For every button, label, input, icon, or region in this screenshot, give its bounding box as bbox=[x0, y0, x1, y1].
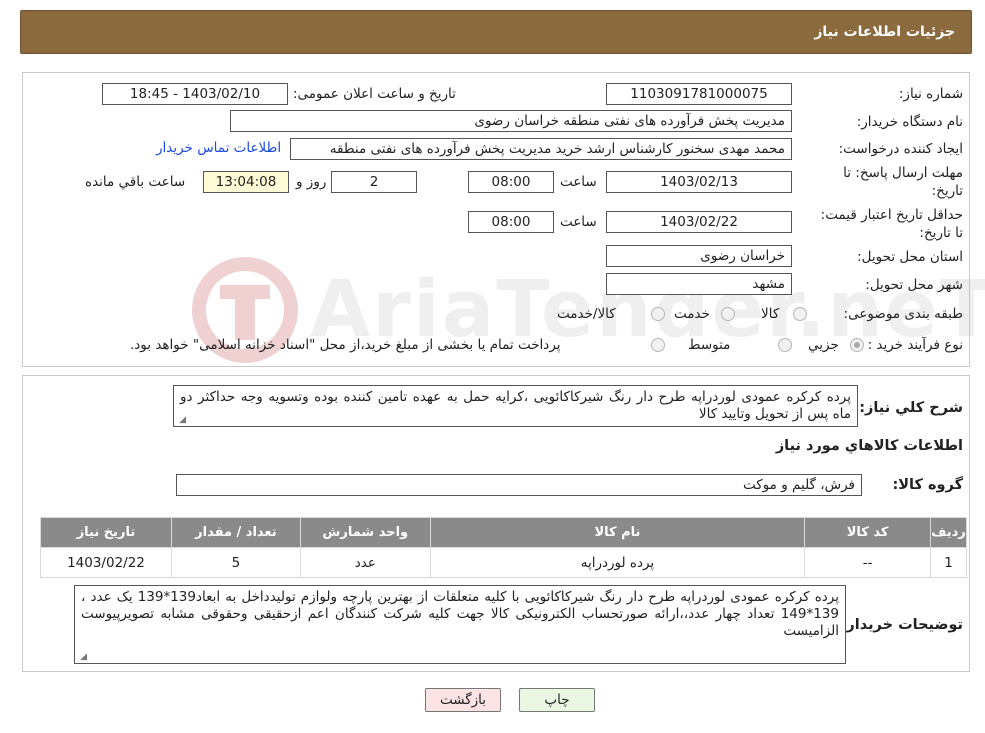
validity-date-field: 1403/02/22 bbox=[606, 211, 792, 233]
buyer-contact-link[interactable]: اطلاعات تماس خریدار bbox=[156, 140, 281, 156]
validity-time-field: 08:00 bbox=[468, 211, 554, 233]
category-label: طبقه بندی موضوعی: bbox=[843, 306, 963, 322]
buyer-notes-label: توضیحات خریدار: bbox=[840, 617, 963, 633]
items-table: ردیف کد کالا نام کالا واحد شمارش تعداد /… bbox=[40, 517, 967, 578]
col-date-header: تاریخ نیاز bbox=[40, 517, 172, 548]
city-field: مشهد bbox=[606, 273, 792, 295]
general-desc-textarea[interactable]: پرده کرکره عمودی لوردراپه طرح دار رنگ شی… bbox=[173, 385, 858, 427]
requester-label: ایجاد کننده درخواست: bbox=[838, 141, 963, 157]
resize-grip-icon[interactable]: ◢ bbox=[77, 652, 87, 662]
reply-date-field: 1403/02/13 bbox=[606, 171, 792, 193]
general-desc-label: شرح کلي نياز: bbox=[859, 400, 963, 416]
back-button[interactable]: بازگشت bbox=[425, 688, 501, 712]
item-name-cell: پرده لوردراپه bbox=[429, 547, 806, 578]
items-section-title: اطلاعات کالاهاي مورد نياز bbox=[775, 438, 963, 454]
price-validity-label: حداقل تاریخ اعتبار قیمت: تا تاریخ: bbox=[820, 207, 963, 241]
unit-cell: عدد bbox=[299, 547, 431, 578]
col-unit-header: واحد شمارش bbox=[299, 517, 431, 548]
time-left-field: 13:04:08 bbox=[203, 171, 289, 193]
col-name-header: نام کالا bbox=[429, 517, 806, 548]
reply-deadline-label: مهلت ارسال پاسخ: تا تاریخ: bbox=[843, 165, 963, 199]
category-goods-label: کالا bbox=[761, 306, 780, 322]
treasury-payment-note: پرداخت تمام یا بخشی از مبلغ خرید،از محل … bbox=[130, 337, 561, 353]
need-date-cell: 1403/02/22 bbox=[40, 547, 172, 578]
buyer-org-label: نام دستگاه خریدار: bbox=[856, 114, 963, 130]
purchase-type-label: نوع فرآیند خرید : bbox=[867, 337, 963, 353]
requester-field: محمد مهدی سخنور کارشناس ارشد خرید مدیریت… bbox=[290, 138, 792, 160]
delivery-province-label: استان محل تحویل: bbox=[857, 249, 963, 265]
purchase-medium-radio[interactable] bbox=[778, 338, 792, 352]
goods-group-field: فرش، گلیم و موکت bbox=[176, 474, 862, 496]
reply-hour-label: ساعت bbox=[560, 174, 597, 190]
need-number-label: شماره نیاز: bbox=[898, 86, 963, 102]
table-header-row: ردیف کد کالا نام کالا واحد شمارش تعداد /… bbox=[40, 517, 967, 548]
row-number-cell: 1 bbox=[930, 547, 967, 578]
category-service-label: خدمت bbox=[674, 306, 710, 322]
buyer-notes-textarea[interactable]: پرده کرکره عمودی لوردراپه طرح دار رنگ شی… bbox=[74, 585, 846, 664]
day-and-label: روز و bbox=[296, 174, 327, 190]
col-qty-header: تعداد / مقدار bbox=[170, 517, 301, 548]
quantity-cell: 5 bbox=[170, 547, 301, 578]
days-left-field: 2 bbox=[331, 171, 417, 193]
category-service-radio[interactable] bbox=[721, 307, 735, 321]
category-goods-radio[interactable] bbox=[793, 307, 807, 321]
general-desc-text: پرده کرکره عمودی لوردراپه طرح دار رنگ شی… bbox=[180, 389, 851, 422]
goods-group-label: گروه کالا: bbox=[892, 477, 963, 493]
delivery-city-label: شهر محل تحویل: bbox=[865, 277, 963, 293]
reply-time-field: 08:00 bbox=[468, 171, 554, 193]
purchase-medium-label: متوسط bbox=[688, 337, 731, 353]
announce-datetime-label: تاریخ و ساعت اعلان عمومی: bbox=[293, 86, 456, 102]
page-header: جزئیات اطلاعات نیاز bbox=[20, 10, 972, 54]
need-number-field: 1103091781000075 bbox=[606, 83, 792, 105]
province-field: خراسان رضوی bbox=[606, 245, 792, 267]
remaining-hours-label: ساعت باقي مانده bbox=[85, 174, 186, 190]
page-title: جزئیات اطلاعات نیاز bbox=[814, 24, 955, 40]
col-code-header: کد کالا bbox=[804, 517, 932, 548]
purchase-partial-label: جزيي bbox=[808, 337, 839, 353]
announce-datetime-field: 1403/02/10 - 18:45 bbox=[102, 83, 288, 105]
validity-hour-label: ساعت bbox=[560, 214, 597, 230]
item-code-cell: -- bbox=[804, 547, 932, 578]
col-row-header: ردیف bbox=[930, 517, 967, 548]
buyer-org-field: مدیریت پخش فرآورده های نفتی منطقه خراسان… bbox=[230, 110, 792, 132]
table-row: 1 -- پرده لوردراپه عدد 5 1403/02/22 bbox=[40, 547, 967, 578]
purchase-partial-radio[interactable] bbox=[850, 338, 864, 352]
resize-grip-icon[interactable]: ◢ bbox=[176, 415, 186, 425]
category-goods-service-label: کالا/خدمت bbox=[557, 306, 616, 322]
treasury-payment-checkbox[interactable] bbox=[651, 338, 665, 352]
category-goods-service-radio[interactable] bbox=[651, 307, 665, 321]
print-button[interactable]: چاپ bbox=[519, 688, 595, 712]
buyer-notes-text: پرده کرکره عمودی لوردراپه طرح دار رنگ شی… bbox=[81, 589, 839, 639]
